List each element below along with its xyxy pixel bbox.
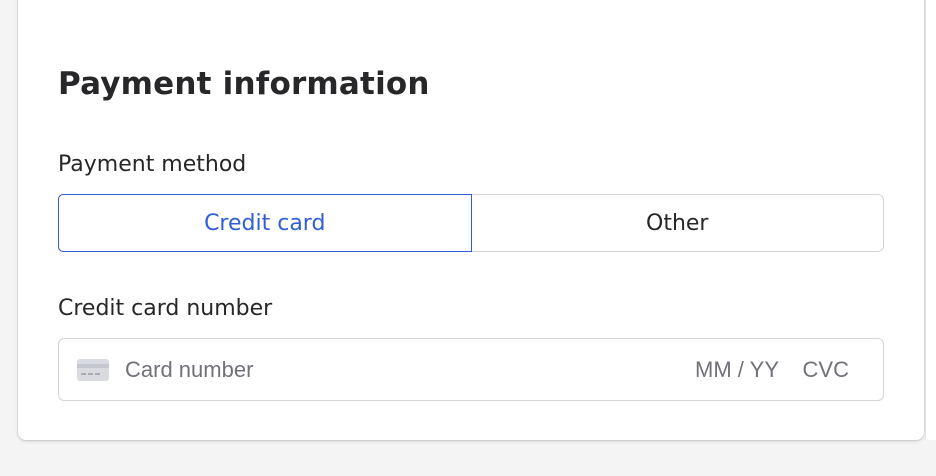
credit-card-number-label: Credit card number bbox=[58, 296, 273, 321]
card-cvc-input[interactable] bbox=[797, 355, 851, 384]
scroll-edge bbox=[925, 0, 936, 440]
payment-method-selector: Credit card Other bbox=[58, 194, 884, 252]
payment-method-other-option[interactable]: Other bbox=[472, 195, 884, 251]
card-number-input[interactable] bbox=[123, 355, 547, 384]
credit-card-field[interactable] bbox=[58, 338, 884, 401]
credit-card-icon bbox=[77, 358, 109, 381]
card-expiry-input[interactable] bbox=[681, 355, 781, 384]
payment-method-credit-card-option[interactable]: Credit card bbox=[58, 194, 472, 252]
card-extra-fields bbox=[681, 355, 851, 384]
section-title: Payment information bbox=[58, 66, 430, 102]
payment-method-label: Payment method bbox=[58, 152, 247, 177]
